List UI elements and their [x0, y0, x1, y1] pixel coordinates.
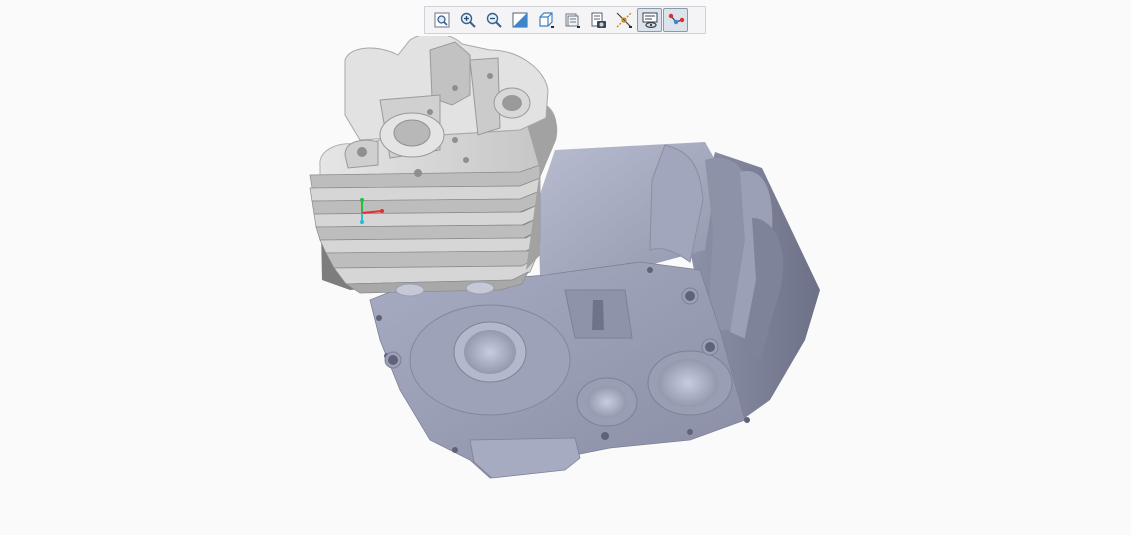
annotation-display-icon — [668, 13, 684, 25]
repaint-button[interactable] — [507, 8, 532, 32]
model-canvas[interactable] — [0, 36, 1131, 535]
zoom-out-icon — [486, 12, 502, 28]
graphics-viewport[interactable] — [0, 36, 1131, 535]
display-style-button[interactable] — [533, 8, 558, 32]
zoom-in-icon — [460, 12, 476, 28]
cylinder-head[interactable] — [309, 36, 558, 297]
zoom-out-button[interactable] — [481, 8, 506, 32]
datum-display-icon — [616, 12, 632, 28]
spin-center-button[interactable] — [637, 8, 662, 32]
repaint-icon — [512, 12, 527, 28]
spin-center-icon — [642, 12, 657, 29]
display-style-icon — [538, 12, 554, 28]
crankcase-sump — [469, 437, 581, 479]
view-manager-button[interactable] — [585, 8, 610, 32]
view-manager-icon — [591, 12, 606, 28]
annotation-display-button[interactable] — [663, 8, 688, 32]
refit-icon — [434, 12, 449, 28]
refit-button[interactable] — [429, 8, 454, 32]
zoom-in-button[interactable] — [455, 8, 480, 32]
graphics-toolbar — [424, 6, 706, 34]
saved-orientations-button[interactable] — [559, 8, 584, 32]
datum-display-button[interactable] — [611, 8, 636, 32]
saved-orientations-icon — [565, 13, 580, 28]
